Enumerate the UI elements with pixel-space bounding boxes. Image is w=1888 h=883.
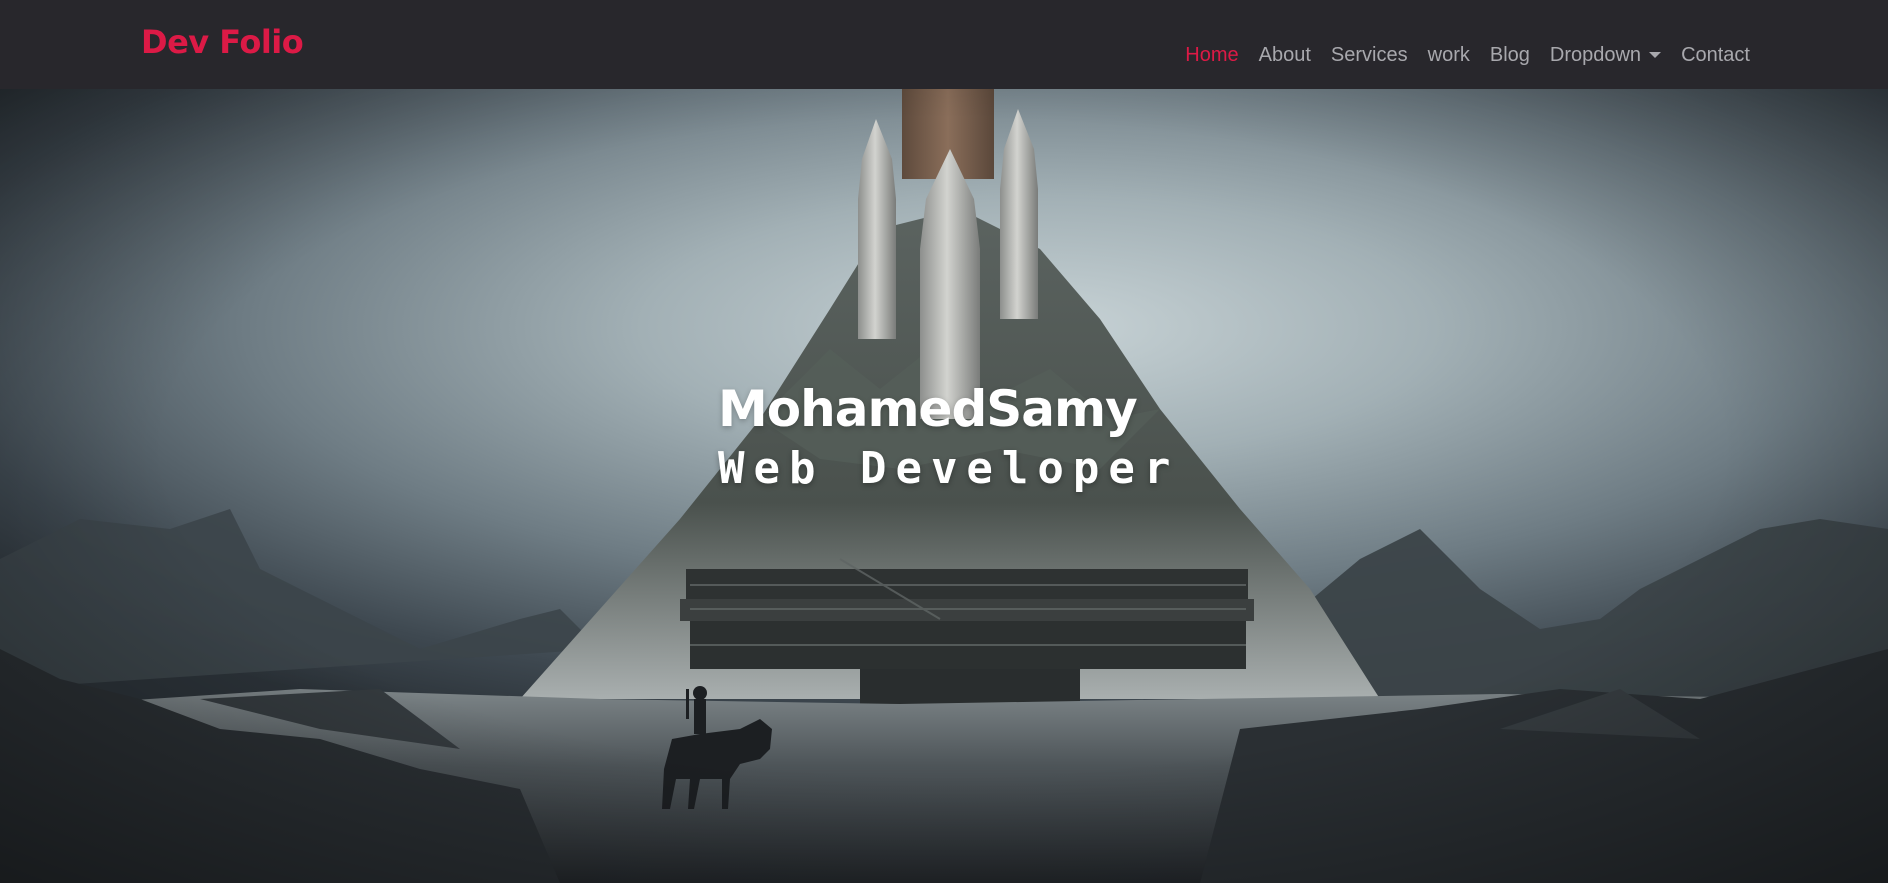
hero-name: MohamedSamy [718,380,1138,438]
hero-role: Web Developer [718,443,1180,494]
nav-item-about[interactable]: About [1259,42,1311,68]
caret-down-icon [1649,52,1662,58]
hero-section: MohamedSamy Web Developer [0,89,1888,883]
nav-item-blog[interactable]: Blog [1490,42,1530,68]
nav-item-dropdown-label: Dropdown [1549,44,1642,66]
navbar: Dev Folio Home About Services work Blog … [0,0,1888,89]
nav-item-home[interactable]: Home [1185,42,1238,68]
nav-item-work[interactable]: work [1428,42,1470,68]
nav-item-contact[interactable]: Contact [1681,42,1750,68]
hero-text: MohamedSamy Web Developer [718,379,1179,497]
nav-menu: Home About Services work Blog Dropdown C… [1185,42,1750,68]
brand-logo[interactable]: Dev Folio [141,22,304,62]
nav-item-dropdown[interactable]: Dropdown [1549,42,1662,68]
nav-item-services[interactable]: Services [1331,42,1408,68]
